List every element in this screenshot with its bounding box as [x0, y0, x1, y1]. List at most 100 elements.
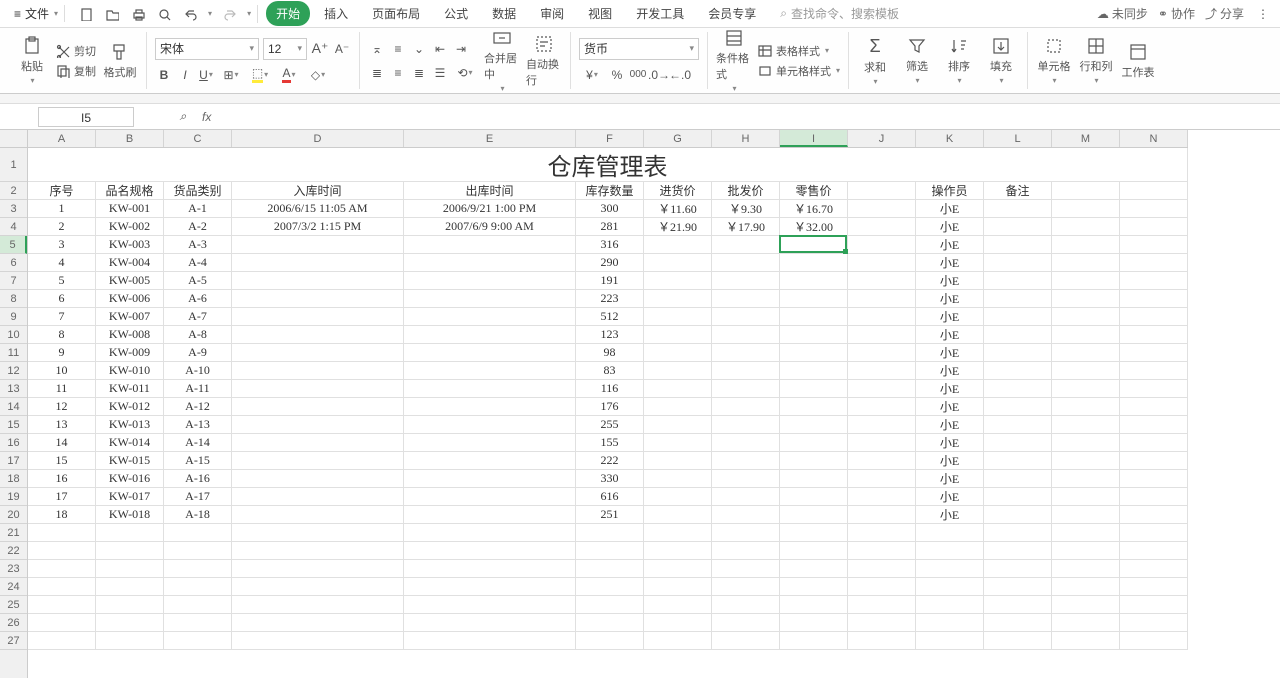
col-header-I[interactable]: I [780, 130, 848, 147]
cell-N20[interactable] [1120, 506, 1188, 524]
cell-L23[interactable] [984, 560, 1052, 578]
row-header-4[interactable]: 4 [0, 218, 27, 236]
cell-D23[interactable] [232, 560, 404, 578]
cell-J8[interactable] [848, 290, 916, 308]
cell-N3[interactable] [1120, 200, 1188, 218]
cell-F10[interactable]: 123 [576, 326, 644, 344]
cell-J16[interactable] [848, 434, 916, 452]
cell-E3[interactable]: 2006/9/21 1:00 PM [404, 200, 576, 218]
row-header-10[interactable]: 10 [0, 326, 27, 344]
cell-E11[interactable] [404, 344, 576, 362]
cell-D9[interactable] [232, 308, 404, 326]
cell-C2[interactable]: 货品类别 [164, 182, 232, 200]
merge-button[interactable]: 合并居中▾ [484, 28, 520, 93]
cell-I10[interactable] [780, 326, 848, 344]
cell-M13[interactable] [1052, 380, 1120, 398]
cell-N26[interactable] [1120, 614, 1188, 632]
cell-H3[interactable]: ￥9.30 [712, 200, 780, 218]
cell-K2[interactable]: 操作员 [916, 182, 984, 200]
cell-G4[interactable]: ￥21.90 [644, 218, 712, 236]
cell-C14[interactable]: A-12 [164, 398, 232, 416]
cell-L14[interactable] [984, 398, 1052, 416]
cell-M3[interactable] [1052, 200, 1120, 218]
cell-G2[interactable]: 进货价 [644, 182, 712, 200]
decrease-font-icon[interactable]: A⁻ [333, 40, 351, 58]
cell-G16[interactable] [644, 434, 712, 452]
cell-C24[interactable] [164, 578, 232, 596]
row-header-27[interactable]: 27 [0, 632, 27, 650]
cell-C26[interactable] [164, 614, 232, 632]
cell-G24[interactable] [644, 578, 712, 596]
row-header-9[interactable]: 9 [0, 308, 27, 326]
cell-H8[interactable] [712, 290, 780, 308]
cell-H21[interactable] [712, 524, 780, 542]
cell-L12[interactable] [984, 362, 1052, 380]
wrap-button[interactable]: 自动换行 [526, 34, 562, 88]
bold-icon[interactable]: B [155, 66, 173, 84]
cell-H25[interactable] [712, 596, 780, 614]
cell-G21[interactable] [644, 524, 712, 542]
cell-F5[interactable]: 316 [576, 236, 644, 254]
cell-D3[interactable]: 2006/6/15 11:05 AM [232, 200, 404, 218]
select-all-corner[interactable] [0, 130, 28, 148]
cell-N2[interactable] [1120, 182, 1188, 200]
zoom-icon[interactable]: ⌕ [174, 108, 192, 126]
cell-C22[interactable] [164, 542, 232, 560]
cell-A8[interactable]: 6 [28, 290, 96, 308]
cell-K10[interactable]: 小E [916, 326, 984, 344]
col-header-K[interactable]: K [916, 130, 984, 147]
align-center-icon[interactable]: ≡ [389, 64, 407, 82]
cell-A20[interactable]: 18 [28, 506, 96, 524]
rowcol-button[interactable]: 行和列▾ [1078, 36, 1114, 85]
cell-I24[interactable] [780, 578, 848, 596]
cell-D19[interactable] [232, 488, 404, 506]
cell-C15[interactable]: A-13 [164, 416, 232, 434]
cell-F15[interactable]: 255 [576, 416, 644, 434]
print-icon[interactable] [129, 5, 147, 23]
cell-B4[interactable]: KW-002 [96, 218, 164, 236]
tab-view[interactable]: 视图 [578, 1, 622, 26]
cell-A18[interactable]: 16 [28, 470, 96, 488]
cell-F9[interactable]: 512 [576, 308, 644, 326]
row-header-17[interactable]: 17 [0, 452, 27, 470]
cell-H12[interactable] [712, 362, 780, 380]
cell-F20[interactable]: 251 [576, 506, 644, 524]
cell-F7[interactable]: 191 [576, 272, 644, 290]
cell-I9[interactable] [780, 308, 848, 326]
cell-G23[interactable] [644, 560, 712, 578]
cell-K6[interactable]: 小E [916, 254, 984, 272]
cell-D16[interactable] [232, 434, 404, 452]
cell-H11[interactable] [712, 344, 780, 362]
cell-D7[interactable] [232, 272, 404, 290]
cell-K5[interactable]: 小E [916, 236, 984, 254]
font-size-combo[interactable]: 12▾ [263, 38, 307, 60]
cell-A23[interactable] [28, 560, 96, 578]
cell-G3[interactable]: ￥11.60 [644, 200, 712, 218]
cell-N10[interactable] [1120, 326, 1188, 344]
align-middle-icon[interactable]: ≡ [389, 40, 407, 58]
copy-button[interactable]: 复制 [56, 63, 96, 79]
cell-K27[interactable] [916, 632, 984, 650]
cell-M14[interactable] [1052, 398, 1120, 416]
row-header-13[interactable]: 13 [0, 380, 27, 398]
col-header-L[interactable]: L [984, 130, 1052, 147]
cell-B23[interactable] [96, 560, 164, 578]
cell-B17[interactable]: KW-015 [96, 452, 164, 470]
cell-M5[interactable] [1052, 236, 1120, 254]
cell-I13[interactable] [780, 380, 848, 398]
cell-H14[interactable] [712, 398, 780, 416]
cell-style-button[interactable]: 单元格样式▾ [758, 63, 840, 79]
cell-M24[interactable] [1052, 578, 1120, 596]
cell-E2[interactable]: 出库时间 [404, 182, 576, 200]
cell-D5[interactable] [232, 236, 404, 254]
cell-L26[interactable] [984, 614, 1052, 632]
cell-N13[interactable] [1120, 380, 1188, 398]
cell-H20[interactable] [712, 506, 780, 524]
cell-N23[interactable] [1120, 560, 1188, 578]
cell-G12[interactable] [644, 362, 712, 380]
cell-M19[interactable] [1052, 488, 1120, 506]
cell-K20[interactable]: 小E [916, 506, 984, 524]
cell-I23[interactable] [780, 560, 848, 578]
cell-E14[interactable] [404, 398, 576, 416]
cell-N5[interactable] [1120, 236, 1188, 254]
